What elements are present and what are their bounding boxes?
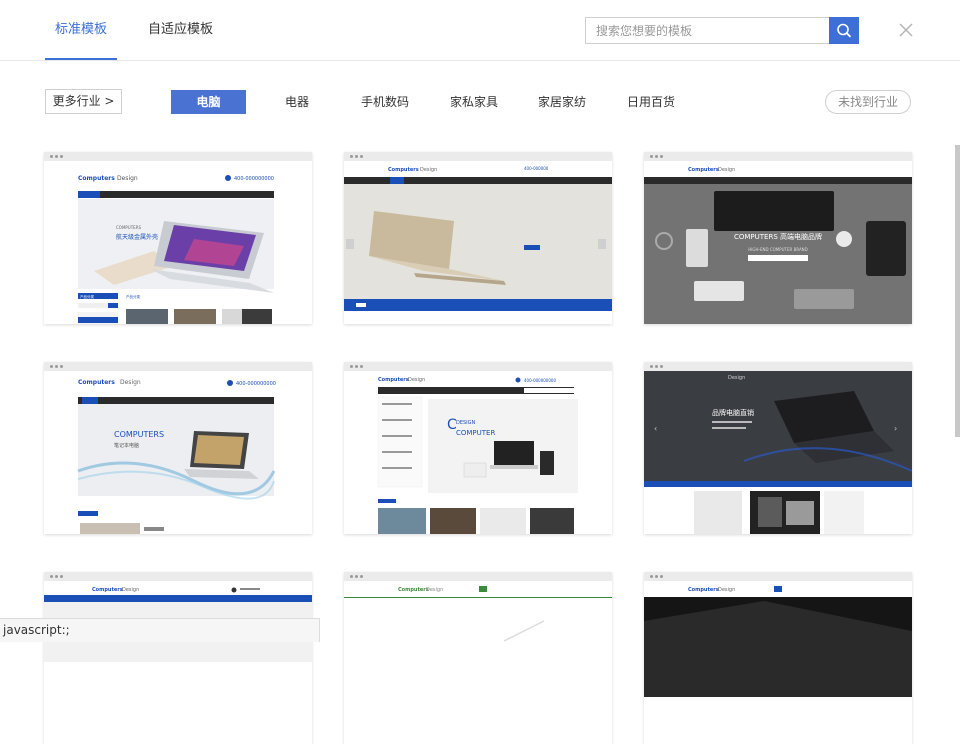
template-card[interactable]: Computers Design — [344, 572, 612, 744]
svg-text:DESIGN: DESIGN — [456, 420, 476, 426]
template-preview: Computers Design — [344, 581, 612, 744]
browser-bar — [344, 152, 612, 161]
status-bar-url: javascript:; — [0, 618, 320, 642]
category-mobile-digital[interactable]: 手机数码 — [352, 90, 418, 114]
svg-text:Computers: Computers — [378, 377, 409, 383]
template-card[interactable]: Computers Design — [44, 572, 312, 744]
svg-text:Computers: Computers — [78, 379, 115, 386]
banner-headline: 品牌电脑直销 — [712, 408, 754, 417]
tab-standard-templates[interactable]: 标准模板 — [44, 0, 118, 60]
category-home-textiles[interactable]: 家居家纺 — [529, 90, 595, 114]
banner-headline: COMPUTERS — [114, 430, 164, 439]
search-box — [585, 17, 859, 44]
site-logo-text: Computers — [78, 175, 115, 182]
svg-text:COMPUTERS: COMPUTERS — [116, 225, 141, 230]
template-card[interactable]: Computers Design 400-000000000 COMPUTERS… — [44, 362, 312, 534]
svg-text:›: › — [894, 424, 897, 433]
template-preview: Design 品牌电脑直销 ‹ › — [644, 371, 912, 534]
close-icon[interactable] — [898, 22, 914, 38]
svg-text:‹: ‹ — [654, 424, 657, 433]
svg-text:Computers: Computers — [688, 167, 719, 173]
category-computer[interactable]: 电脑 — [171, 90, 246, 114]
tab-responsive-templates[interactable]: 自适应模板 — [148, 0, 213, 60]
browser-bar — [344, 362, 612, 371]
industry-filter-bar: 更多行业 > 电脑 电器 手机数码 家私家具 家居家纺 日用百货 未找到行业 — [0, 62, 960, 142]
more-industries-button[interactable]: 更多行业 > — [45, 89, 122, 114]
template-card[interactable]: Design 品牌电脑直销 ‹ › — [644, 362, 912, 534]
scrollbar-thumb[interactable] — [955, 145, 960, 437]
svg-text:Computers: Computers — [92, 587, 123, 593]
banner-headline: 航天级金属外壳 — [116, 233, 158, 241]
template-card[interactable]: Computers Design — [644, 572, 912, 744]
svg-text:HIGH-END COMPUTER BRAND: HIGH-END COMPUTER BRAND — [748, 247, 808, 252]
svg-text:Computers: Computers — [688, 587, 719, 593]
svg-text:Design: Design — [718, 587, 735, 593]
site-phone: 400-000000000 — [234, 176, 274, 182]
svg-text:Computers: Computers — [388, 167, 419, 173]
svg-text:400-000000000: 400-000000000 — [524, 378, 556, 383]
svg-text:Design: Design — [120, 379, 141, 386]
template-preview: Computers Design 400-000000000 COMPUTERS… — [44, 371, 312, 534]
top-bar: 标准模板 自适应模板 — [0, 0, 960, 61]
svg-text:笔记本电脑: 笔记本电脑 — [114, 442, 139, 449]
category-daily-goods[interactable]: 日用百货 — [618, 90, 684, 114]
site-logo-sub: Design — [117, 175, 138, 182]
svg-text:400-000000: 400-000000 — [524, 166, 549, 171]
industry-not-found-button[interactable]: 未找到行业 — [825, 90, 911, 114]
template-preview: Computers Design 400-000000000 COMPUTERS… — [44, 161, 312, 324]
svg-text:Design: Design — [718, 167, 735, 173]
browser-bar — [644, 362, 912, 371]
template-preview: Computers Design 400-000000 — [344, 161, 612, 324]
svg-text:产品分类: 产品分类 — [126, 294, 140, 299]
browser-bar — [44, 152, 312, 161]
search-icon — [837, 23, 851, 38]
search-input[interactable] — [586, 18, 830, 43]
svg-text:产品分类: 产品分类 — [80, 294, 94, 299]
browser-bar — [44, 362, 312, 371]
browser-bar — [644, 572, 912, 581]
template-card[interactable]: Computers Design 400-000000 — [344, 152, 612, 324]
svg-text:Design: Design — [426, 587, 443, 593]
template-card[interactable]: Computers Design 400-000000000 COMPUTERS… — [44, 152, 312, 324]
template-preview: Computers Design — [644, 581, 912, 744]
template-preview: Computers Design 400-000000000 C DESIGN … — [344, 371, 612, 534]
svg-text:Design: Design — [728, 375, 745, 381]
template-card[interactable]: Computers Design COMPUTERS 高端电脑品牌 HIGH-E… — [644, 152, 912, 324]
svg-text:COMPUTER: COMPUTER — [456, 429, 495, 437]
svg-text:Design: Design — [122, 587, 139, 593]
browser-bar — [44, 572, 312, 581]
browser-bar — [644, 152, 912, 161]
category-furniture[interactable]: 家私家具 — [441, 90, 507, 114]
template-card[interactable]: Computers Design 400-000000000 C DESIGN … — [344, 362, 612, 534]
svg-text:Computers: Computers — [398, 587, 429, 593]
category-appliances[interactable]: 电器 — [272, 90, 322, 114]
search-button[interactable] — [829, 17, 859, 44]
banner-headline: COMPUTERS 高端电脑品牌 — [734, 232, 822, 241]
template-preview: Computers Design COMPUTERS 高端电脑品牌 HIGH-E… — [644, 161, 912, 324]
svg-text:Design: Design — [420, 167, 437, 173]
svg-text:400-000000000: 400-000000000 — [236, 381, 276, 387]
browser-bar — [344, 572, 612, 581]
svg-text:Design: Design — [408, 377, 425, 383]
template-preview: Computers Design — [44, 581, 312, 744]
